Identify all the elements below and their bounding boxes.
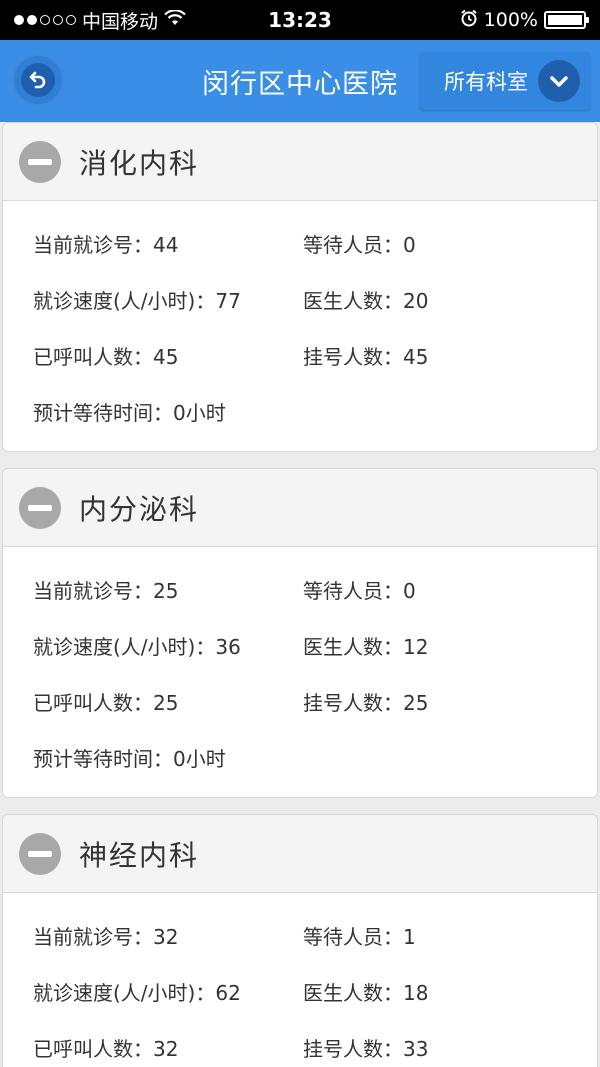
current-number: 当前就诊号：32 bbox=[33, 924, 179, 949]
doctor-count: 医生人数：20 bbox=[303, 288, 429, 313]
visit-speed: 就诊速度(人/小时)：62 bbox=[33, 980, 241, 1005]
clock-time: 13:23 bbox=[268, 8, 332, 32]
department-card-header[interactable]: 内分泌科 bbox=[3, 469, 597, 547]
status-bar: 中国移动 13:23 100% bbox=[0, 0, 600, 40]
department-card: 神经内科 当前就诊号：32 等待人员：1 就诊速度(人/小时)：62 医生人数：… bbox=[2, 814, 598, 1067]
current-number: 当前就诊号：44 bbox=[33, 232, 179, 257]
department-filter-label: 所有科室 bbox=[444, 70, 528, 94]
department-card-header[interactable]: 神经内科 bbox=[3, 815, 597, 893]
registered-count: 挂号人数：25 bbox=[303, 690, 429, 715]
stats-row: 就诊速度(人/小时)：62 医生人数：18 bbox=[33, 963, 597, 1019]
visit-speed: 就诊速度(人/小时)：77 bbox=[33, 288, 241, 313]
stats-row: 预计等待时间：0小时 bbox=[33, 383, 597, 439]
department-stats: 当前就诊号：44 等待人员：0 就诊速度(人/小时)：77 医生人数：20 已呼… bbox=[3, 201, 597, 451]
stats-row: 当前就诊号：32 等待人员：1 bbox=[33, 907, 597, 963]
department-name: 消化内科 bbox=[79, 146, 200, 180]
battery-icon bbox=[543, 11, 589, 29]
estimated-wait: 预计等待时间：0小时 bbox=[33, 746, 226, 771]
called-count: 已呼叫人数：25 bbox=[33, 690, 179, 715]
doctor-count: 医生人数：12 bbox=[303, 634, 429, 659]
called-count: 已呼叫人数：45 bbox=[33, 344, 179, 369]
registered-count: 挂号人数：33 bbox=[303, 1036, 429, 1061]
department-list: 消化内科 当前就诊号：44 等待人员：0 就诊速度(人/小时)：77 医生人数：… bbox=[0, 122, 600, 1067]
minus-circle-icon[interactable] bbox=[19, 486, 61, 529]
alarm-icon bbox=[460, 9, 478, 32]
doctor-count: 医生人数：18 bbox=[303, 980, 429, 1005]
carrier-label: 中国移动 bbox=[82, 10, 159, 33]
estimated-wait: 预计等待时间：0小时 bbox=[33, 400, 226, 425]
stats-row: 预计等待时间：0小时 bbox=[33, 729, 597, 785]
page-title: 闵行区中心医院 bbox=[202, 68, 398, 100]
minus-circle-icon[interactable] bbox=[19, 140, 61, 183]
stats-row: 当前就诊号：25 等待人员：0 bbox=[33, 561, 597, 617]
stats-row: 已呼叫人数：32 挂号人数：33 bbox=[33, 1019, 597, 1067]
waiting-count: 等待人员：1 bbox=[303, 924, 416, 949]
current-number: 当前就诊号：25 bbox=[33, 578, 179, 603]
stats-row: 已呼叫人数：25 挂号人数：25 bbox=[33, 673, 597, 729]
stats-row: 就诊速度(人/小时)：77 医生人数：20 bbox=[33, 271, 597, 327]
nav-bar: 闵行区中心医院 所有科室 bbox=[0, 40, 600, 122]
back-button[interactable] bbox=[12, 54, 64, 106]
visit-speed: 就诊速度(人/小时)：36 bbox=[33, 634, 241, 659]
department-name: 神经内科 bbox=[79, 838, 200, 872]
chevron-down-icon bbox=[538, 60, 580, 102]
department-card: 内分泌科 当前就诊号：25 等待人员：0 就诊速度(人/小时)：36 医生人数：… bbox=[2, 468, 598, 798]
department-card: 消化内科 当前就诊号：44 等待人员：0 就诊速度(人/小时)：77 医生人数：… bbox=[2, 122, 598, 452]
wifi-icon bbox=[164, 9, 186, 31]
stats-row: 当前就诊号：44 等待人员：0 bbox=[33, 215, 597, 271]
waiting-count: 等待人员：0 bbox=[303, 232, 416, 257]
called-count: 已呼叫人数：32 bbox=[33, 1036, 179, 1061]
waiting-count: 等待人员：0 bbox=[303, 578, 416, 603]
stats-row: 就诊速度(人/小时)：36 医生人数：12 bbox=[33, 617, 597, 673]
registered-count: 挂号人数：45 bbox=[303, 344, 429, 369]
signal-dots-icon bbox=[14, 15, 76, 25]
department-card-header[interactable]: 消化内科 bbox=[3, 123, 597, 201]
department-stats: 当前就诊号：32 等待人员：1 就诊速度(人/小时)：62 医生人数：18 已呼… bbox=[3, 893, 597, 1067]
minus-circle-icon[interactable] bbox=[19, 832, 61, 875]
back-arrow-icon bbox=[21, 63, 55, 97]
stats-row: 已呼叫人数：45 挂号人数：45 bbox=[33, 327, 597, 383]
department-stats: 当前就诊号：25 等待人员：0 就诊速度(人/小时)：36 医生人数：12 已呼… bbox=[3, 547, 597, 797]
battery-percent: 100% bbox=[483, 9, 538, 31]
department-name: 内分泌科 bbox=[79, 492, 200, 526]
department-filter-dropdown[interactable]: 所有科室 bbox=[420, 52, 590, 110]
